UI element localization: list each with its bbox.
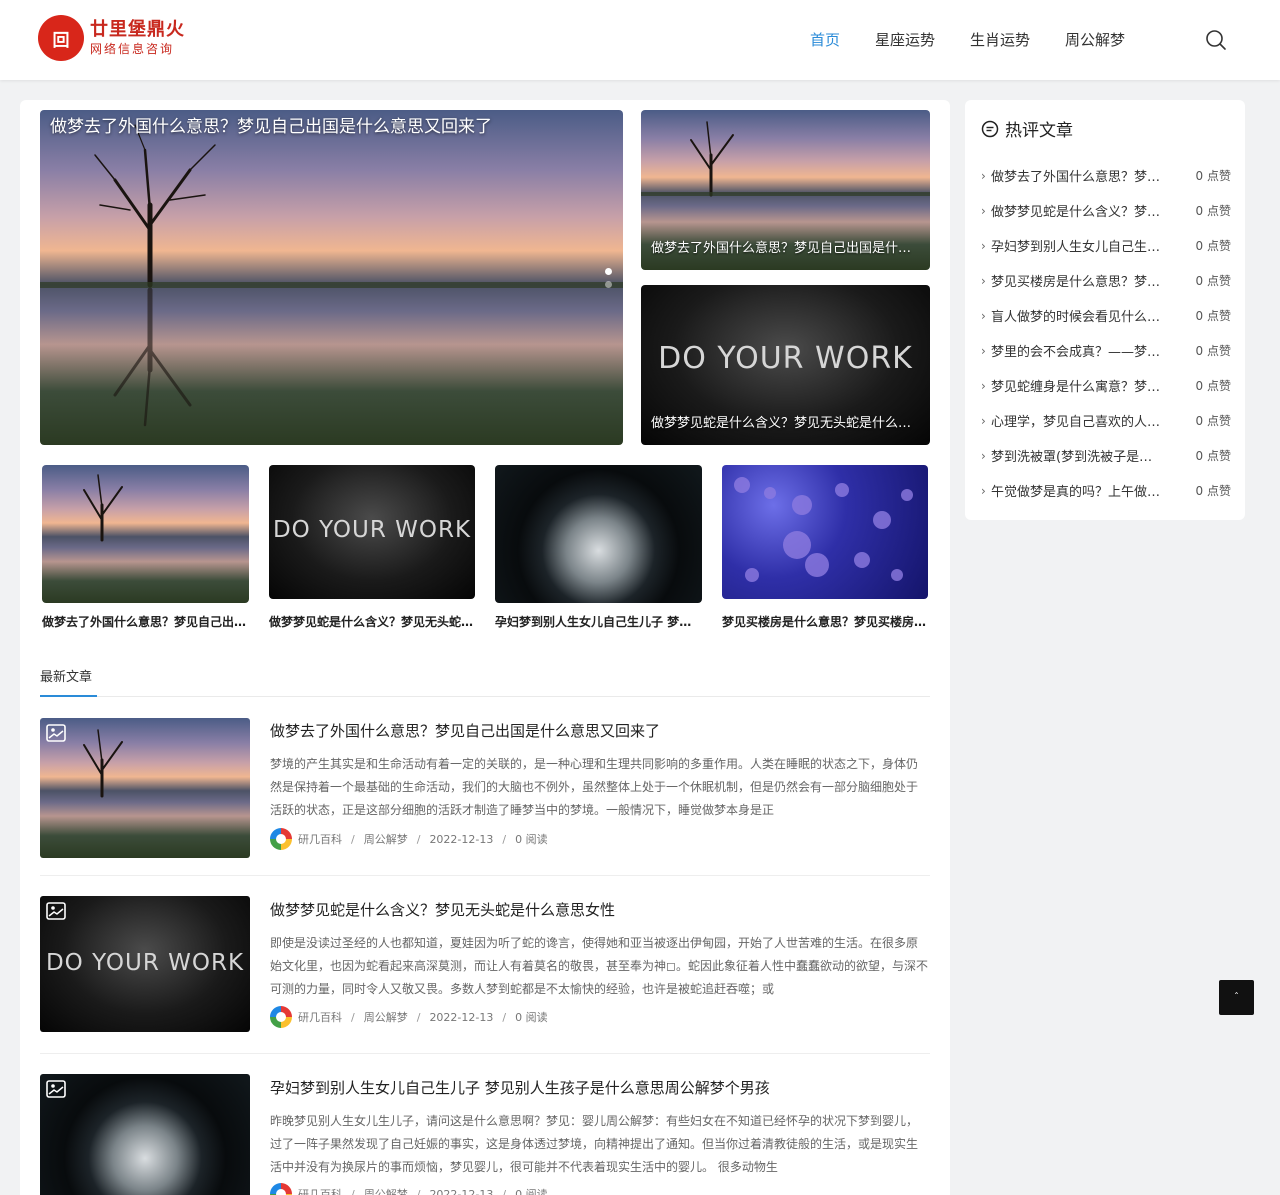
author-avatar[interactable] <box>270 1006 292 1028</box>
thumb-title-2[interactable]: 做梦梦见蛇是什么含义？梦见无头蛇是什么意思女性 <box>269 613 475 631</box>
post-date: 2022-12-13 <box>429 1010 494 1024</box>
list-item[interactable]: ›梦到洗被罩(梦到洗被子是什么意思)0 点赞 <box>981 438 1231 473</box>
post-category[interactable]: 周公解梦 <box>364 831 408 847</box>
post-title-3[interactable]: 孕妇梦到别人生女儿自己生儿子 梦见别人生孩子是什么意思周公解梦个男孩 <box>270 1077 770 1099</box>
image-text: DO YOUR WORK <box>658 341 913 376</box>
slider-main[interactable]: 做梦去了外国什么意思？梦见自己出国是什么意思又回来了 <box>40 110 623 445</box>
list-item[interactable]: ›做梦去了外国什么意思？梦见自己出国是什么意思又回来了0 点赞 <box>981 158 1231 193</box>
nav-dream[interactable]: 周公解梦 <box>1065 28 1125 52</box>
slider-side-top-caption[interactable]: 做梦去了外国什么意思？梦见自己出国是什么意思又回来了 <box>651 240 920 258</box>
post-author[interactable]: 研几百科 <box>298 1186 342 1195</box>
chevron-right-icon: › <box>981 273 986 288</box>
post-divider <box>40 875 930 876</box>
list-item[interactable]: ›梦里的会不会成真？——梦的解析0 点赞 <box>981 333 1231 368</box>
hot-articles-widget: 热评文章 ›做梦去了外国什么意思？梦见自己出国是什么意思又回来了0 点赞 ›做梦… <box>965 100 1245 520</box>
logo-title: 廿里堡鼎火 <box>90 19 185 40</box>
post-divider <box>40 1053 930 1054</box>
list-item[interactable]: ›午觉做梦是真的吗？上午做的梦准吗0 点赞 <box>981 473 1231 508</box>
tree-image <box>83 729 123 798</box>
slider-side-top[interactable]: 做梦去了外国什么意思？梦见自己出国是什么意思又回来了 <box>641 110 930 270</box>
post-excerpt-1: 梦境的产生其实是和生命活动有着一定的关联的，是一种心理和生理共同影响的多重作用。… <box>270 757 919 817</box>
tree-image <box>40 124 623 427</box>
chevron-right-icon: › <box>981 238 986 253</box>
post-excerpt-3: 昨晚梦见别人生女儿生儿子，请问这是什么意思啊？梦见：婴儿周公解梦：有些妇女在不知… <box>270 1114 919 1174</box>
post-thumbnail-3[interactable] <box>40 1074 250 1195</box>
widget-title: 热评文章 <box>1005 121 1073 141</box>
section-divider <box>40 696 930 697</box>
logo-subtitle: 网络信息咨询 <box>90 42 175 56</box>
post-date: 2022-12-13 <box>429 1187 494 1195</box>
bubbles-image <box>734 477 913 582</box>
search-icon[interactable] <box>1204 28 1228 52</box>
post-category[interactable]: 周公解梦 <box>364 1009 408 1025</box>
slider-side-bottom-caption[interactable]: 做梦梦见蛇是什么含义？梦见无头蛇是什么意思女性 <box>651 415 920 433</box>
list-item[interactable]: ›梦见买楼房是什么意思？梦见买楼房子是什么意思0 点赞 <box>981 263 1231 298</box>
nav-zodiac[interactable]: 生肖运势 <box>970 28 1030 52</box>
thumb-image-2[interactable]: DO YOUR WORK <box>269 465 475 599</box>
post-reads: 0 阅读 <box>515 1188 548 1195</box>
list-item[interactable]: ›盲人做梦的时候会看见什么？盲人的梦0 点赞 <box>981 298 1231 333</box>
slider-dot[interactable] <box>605 281 612 288</box>
thumb-title-4[interactable]: 梦见买楼房是什么意思？梦见买楼房子是什么意思 <box>722 613 928 631</box>
thumb-image-1[interactable] <box>42 465 249 603</box>
chevron-right-icon: › <box>981 483 986 498</box>
main-nav: 首页 星座运势 生肖运势 周公解梦 <box>810 28 1160 52</box>
list-item[interactable]: ›孕妇梦到别人生女儿自己生儿子 梦见别人生孩子是什么意思0 点赞 <box>981 228 1231 263</box>
slider-dots <box>605 268 612 294</box>
slider-dot-active[interactable] <box>605 268 612 275</box>
tree-image <box>83 474 123 542</box>
image-icon <box>46 902 66 920</box>
comment-icon <box>981 120 999 137</box>
post-title-2[interactable]: 做梦梦见蛇是什么含义？梦见无头蛇是什么意思女性 <box>270 899 615 921</box>
image-icon <box>46 724 66 742</box>
list-item[interactable]: ›做梦梦见蛇是什么含义？梦见无头蛇是什么意思女性0 点赞 <box>981 193 1231 228</box>
post-excerpt-2: 即使是没读过圣经的人也都知道，夏娃因为听了蛇的谗言，使得她和亚当被逐出伊甸园，开… <box>270 936 928 996</box>
section-underline <box>40 695 97 697</box>
thumb-title-1[interactable]: 做梦去了外国什么意思？梦见自己出国是什么意思又回来了 <box>42 613 248 631</box>
post-date: 2022-12-13 <box>429 832 494 846</box>
list-item[interactable]: ›心理学，梦见自己喜欢的人是什么意思0 点赞 <box>981 403 1231 438</box>
post-category[interactable]: 周公解梦 <box>364 1186 408 1195</box>
chevron-right-icon: › <box>981 308 986 323</box>
chevron-right-icon: › <box>981 378 986 393</box>
post-meta-1: 研几百科 / 周公解梦 / 2022-12-13 / 0 阅读 <box>270 827 548 851</box>
thumb-image-4[interactable] <box>722 465 928 599</box>
post-thumbnail-2[interactable]: DO YOUR WORK <box>40 896 250 1032</box>
image-text: DO YOUR WORK <box>45 950 245 976</box>
site-logo[interactable]: 回 廿里堡鼎火 网络信息咨询 <box>38 13 208 63</box>
site-header: 回 廿里堡鼎火 网络信息咨询 首页 星座运势 生肖运势 周公解梦 <box>0 0 1280 80</box>
thumb-image-3[interactable] <box>495 465 702 603</box>
post-meta-2: 研几百科 / 周公解梦 / 2022-12-13 / 0 阅读 <box>270 1005 548 1029</box>
hot-articles-list: ›做梦去了外国什么意思？梦见自己出国是什么意思又回来了0 点赞 ›做梦梦见蛇是什… <box>981 158 1231 508</box>
chevron-right-icon: › <box>981 203 986 218</box>
chevron-right-icon: › <box>981 448 986 463</box>
image-icon <box>46 1080 66 1098</box>
nav-home[interactable]: 首页 <box>810 28 840 52</box>
thumb-title-3[interactable]: 孕妇梦到别人生女儿自己生儿子 梦见别人生孩子是什么意思 <box>495 613 701 631</box>
post-thumbnail-1[interactable] <box>40 718 250 858</box>
post-author[interactable]: 研几百科 <box>298 831 342 847</box>
chevron-right-icon: › <box>981 343 986 358</box>
post-meta-3: 研几百科 / 周公解梦 / 2022-12-13 / 0 阅读 <box>270 1182 548 1195</box>
post-author[interactable]: 研几百科 <box>298 1009 342 1025</box>
slider-main-caption[interactable]: 做梦去了外国什么意思？梦见自己出国是什么意思又回来了 <box>50 114 613 140</box>
post-reads: 0 阅读 <box>515 1011 548 1024</box>
author-avatar[interactable] <box>270 828 292 850</box>
image-text: DO YOUR WORK <box>272 517 472 543</box>
chevron-right-icon: › <box>981 413 986 428</box>
nav-horoscope[interactable]: 星座运势 <box>875 28 935 52</box>
chevron-right-icon: › <box>981 168 986 183</box>
list-item[interactable]: ›梦见蛇缠身是什么寓意？梦见蛇缠身0 点赞 <box>981 368 1231 403</box>
latest-articles-title: 最新文章 <box>40 670 93 685</box>
logo-mark: 回 <box>38 15 84 61</box>
main-content: 做梦去了外国什么意思？梦见自己出国是什么意思又回来了 做梦去了外国什么意思？梦见… <box>20 100 950 1195</box>
slider-side-bottom[interactable]: DO YOUR WORK 做梦梦见蛇是什么含义？梦见无头蛇是什么意思女性 <box>641 285 930 445</box>
post-reads: 0 阅读 <box>515 833 548 846</box>
back-to-top-button[interactable]: ˆ <box>1219 980 1254 1015</box>
author-avatar[interactable] <box>270 1183 292 1195</box>
post-title-1[interactable]: 做梦去了外国什么意思？梦见自己出国是什么意思又回来了 <box>270 720 660 742</box>
widget-header: 热评文章 <box>981 116 1073 141</box>
